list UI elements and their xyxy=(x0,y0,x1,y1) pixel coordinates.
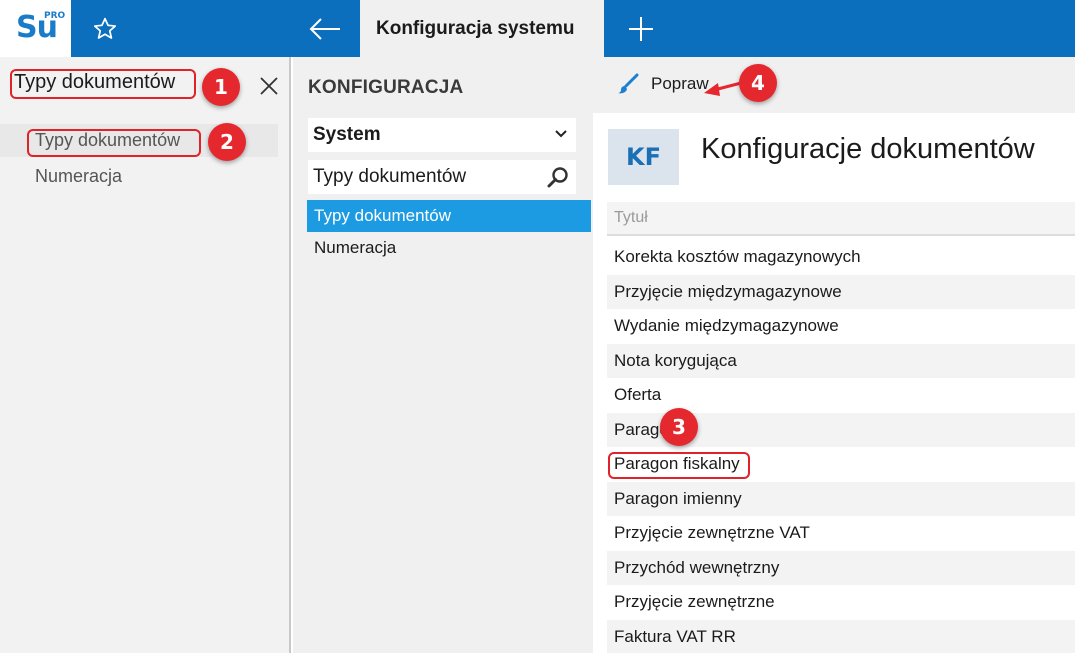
module-select[interactable]: System xyxy=(308,118,576,152)
table-row[interactable]: Przychód wewnętrzny xyxy=(607,550,1075,585)
document-type-list: Korekta kosztów magazynowych Przyjęcie m… xyxy=(607,240,1075,653)
table-row[interactable]: Wydanie międzymagazynowe xyxy=(607,309,1075,344)
edit-button[interactable]: Popraw xyxy=(617,73,709,95)
config-item-typy-dokumentow[interactable]: Typy dokumentów xyxy=(307,200,591,232)
highlight-result xyxy=(27,129,201,157)
row-title: Przyjęcie międzymagazynowe xyxy=(614,281,842,301)
table-row[interactable]: Korekta kosztów magazynowych xyxy=(607,240,1075,275)
row-title: Paragon imienny xyxy=(614,488,742,508)
favorites-button[interactable] xyxy=(80,6,130,51)
arrow-left-icon xyxy=(309,17,340,40)
clear-search-button[interactable] xyxy=(256,73,282,99)
document-config-panel: Popraw KF Konfiguracje dokumentów Tytuł … xyxy=(593,57,1075,653)
table-row[interactable]: Przyjęcie międzymagazynowe xyxy=(607,274,1075,309)
nav-result-label: Numeracja xyxy=(35,166,123,186)
configuration-panel: KONFIGURACJA System Typy dokumentów Nume… xyxy=(293,57,593,653)
highlight-search xyxy=(10,69,196,99)
config-search xyxy=(308,160,576,194)
row-title: Nota korygująca xyxy=(614,350,737,370)
back-button[interactable] xyxy=(296,6,354,51)
row-title: Korekta kosztów magazynowych xyxy=(614,247,861,267)
config-item-label: Numeracja xyxy=(314,238,397,257)
row-title: Wydanie międzymagazynowe xyxy=(614,316,839,336)
row-title: Faktura VAT RR xyxy=(614,626,736,646)
module-select-value: System xyxy=(313,124,381,145)
page-title: Konfiguracje dokumentów xyxy=(701,133,1035,165)
row-title: Oferta xyxy=(614,385,662,405)
plus-icon xyxy=(629,16,653,41)
table-row[interactable]: Faktura VAT RR xyxy=(607,619,1075,653)
star-icon xyxy=(93,17,117,39)
annotation-badge-2: 2 xyxy=(208,123,246,161)
table-row[interactable]: Nota korygująca xyxy=(607,343,1075,378)
chevron-down-icon xyxy=(555,130,567,138)
top-bar: Su PRO Konfiguracja systemu xyxy=(0,0,1075,57)
row-title: Przyjęcie zewnętrzne xyxy=(614,592,775,612)
close-icon xyxy=(260,77,278,95)
column-header-tytul[interactable]: Tytuł xyxy=(607,202,1075,236)
annotation-badge-4: 4 xyxy=(739,64,777,102)
navigation-search-panel: Typy dokumentów Numeracja xyxy=(0,57,291,653)
kf-tile: KF xyxy=(608,129,679,185)
config-search-input[interactable] xyxy=(313,166,538,188)
row-title: Przychód wewnętrzny xyxy=(614,557,780,577)
logo-superscript: PRO xyxy=(44,11,66,21)
document-list-area: KF Konfiguracje dokumentów Tytuł Korekta… xyxy=(593,113,1075,653)
app-logo[interactable]: Su PRO xyxy=(0,0,71,57)
annotation-badge-3: 3 xyxy=(660,408,698,446)
panel-title: KONFIGURACJA xyxy=(308,77,464,98)
search-icon[interactable] xyxy=(546,165,570,189)
annotation-badge-1: 1 xyxy=(202,68,240,106)
new-tab-button[interactable] xyxy=(612,6,670,51)
nav-result-numeracja[interactable]: Numeracja xyxy=(0,160,278,193)
brush-icon xyxy=(618,73,639,94)
row-title: Przyjęcie zewnętrzne VAT xyxy=(614,523,810,543)
table-row[interactable]: Paragon imienny xyxy=(607,481,1075,516)
highlight-paragon-fiskalny xyxy=(608,452,750,479)
config-item-numeracja[interactable]: Numeracja xyxy=(307,232,591,264)
table-row[interactable]: Przyjęcie zewnętrzne xyxy=(607,585,1075,620)
config-item-label: Typy dokumentów xyxy=(314,206,452,225)
tab-konfiguracja-systemu[interactable]: Konfiguracja systemu xyxy=(360,0,604,57)
table-row[interactable]: Przyjęcie zewnętrzne VAT xyxy=(607,516,1075,551)
